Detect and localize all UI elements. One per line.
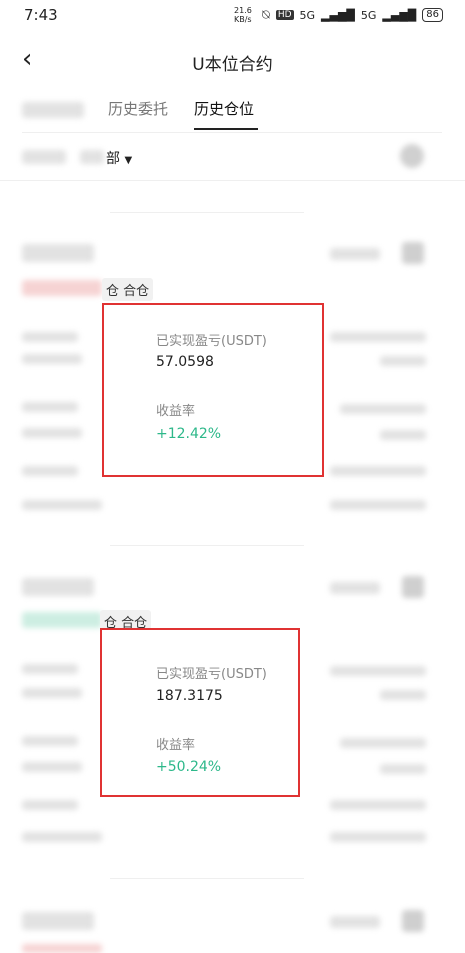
row-right-blur — [330, 466, 426, 476]
symbol-blurred — [22, 244, 94, 262]
filter-blurred-2[interactable] — [80, 150, 104, 164]
roi-value: +50.24% — [156, 759, 222, 775]
tab-active-indicator — [194, 128, 258, 130]
signal-icon: ▂▄▆█ — [321, 8, 355, 22]
roi-label: 收益率 — [156, 404, 196, 419]
tab-bar: 历史委托 历史仓位 — [0, 92, 465, 132]
realized-pnl-value: 57.0598 — [156, 354, 214, 370]
tab-history-positions[interactable]: 历史仓位 — [194, 98, 254, 119]
header: ‹ U本位合约 — [0, 40, 465, 80]
row-right-blur — [380, 430, 426, 440]
row-value-blur — [22, 762, 82, 772]
row-label-blur — [22, 402, 78, 412]
filter-label: 部 — [106, 151, 120, 167]
row-right-blur — [380, 764, 426, 774]
settings-icon[interactable] — [400, 144, 424, 168]
battery-icon: 86 — [422, 8, 443, 22]
row-right-blur — [380, 690, 426, 700]
row-right-blur — [340, 738, 426, 748]
row-right-blur — [340, 404, 426, 414]
tab-history-orders[interactable]: 历史委托 — [108, 98, 168, 119]
row-label-blur — [22, 500, 102, 510]
filter-blurred-1[interactable] — [22, 150, 66, 164]
side-badge-blurred — [22, 944, 102, 953]
row-right-blur — [330, 332, 426, 342]
card-divider — [110, 545, 304, 546]
share-icon[interactable] — [402, 242, 424, 264]
card-divider — [110, 878, 304, 879]
signal-2: 5G — [360, 8, 377, 22]
signal-1: 5G — [299, 8, 316, 22]
tabs-divider — [22, 132, 442, 133]
row-right-blur — [330, 832, 426, 842]
row-right-blur — [380, 356, 426, 366]
side-badge-blurred — [22, 280, 102, 296]
status-bar: 7:43 21.6 KB/s ⍉ HD 5G ▂▄▆█ 5G ▂▄▆█ 86 — [0, 0, 465, 30]
time-blurred — [330, 582, 380, 594]
symbol-blurred — [22, 578, 94, 596]
tab-blurred[interactable] — [22, 102, 84, 118]
status-icons: 21.6 KB/s ⍉ HD 5G ▂▄▆█ 5G ▂▄▆█ 86 — [234, 6, 443, 24]
filter-divider — [0, 180, 465, 181]
signal-icon-2: ▂▄▆█ — [382, 8, 417, 22]
share-icon[interactable] — [402, 910, 424, 932]
side-badge-blurred — [22, 612, 102, 628]
row-label-blur — [22, 332, 78, 342]
row-right-blur — [330, 666, 426, 676]
realized-pnl-label: 已实现盈亏(USDT) — [156, 334, 267, 349]
symbol-blurred — [22, 912, 94, 930]
row-right-blur — [330, 800, 426, 810]
row-value-blur — [22, 688, 82, 698]
filter-row: 部 ▼ — [0, 140, 465, 180]
filter-all[interactable]: 部 ▼ — [106, 148, 132, 168]
roi-label: 收益率 — [156, 738, 196, 753]
row-label-blur — [22, 664, 78, 674]
row-label-blur — [22, 832, 102, 842]
page-title: U本位合约 — [192, 55, 273, 75]
caret-down-icon: ▼ — [124, 155, 133, 166]
card-divider — [110, 212, 304, 213]
roi-value: +12.42% — [156, 426, 222, 442]
hd-badge: HD — [275, 10, 294, 20]
row-right-blur — [330, 500, 426, 510]
net-speed: 21.6 KB/s — [234, 6, 252, 24]
time-blurred — [330, 916, 380, 928]
realized-pnl-label: 已实现盈亏(USDT) — [156, 667, 267, 682]
mute-icon: ⍉ — [262, 7, 270, 23]
status-time: 7:43 — [24, 6, 58, 24]
row-value-blur — [22, 354, 82, 364]
row-label-blur — [22, 800, 78, 810]
row-label-blur — [22, 736, 78, 746]
share-icon[interactable] — [402, 576, 424, 598]
time-blurred — [330, 248, 380, 260]
row-label-blur — [22, 466, 78, 476]
realized-pnl-value: 187.3175 — [156, 688, 223, 704]
row-value-blur — [22, 428, 82, 438]
position-tags: 仓 合仓 — [102, 278, 154, 301]
